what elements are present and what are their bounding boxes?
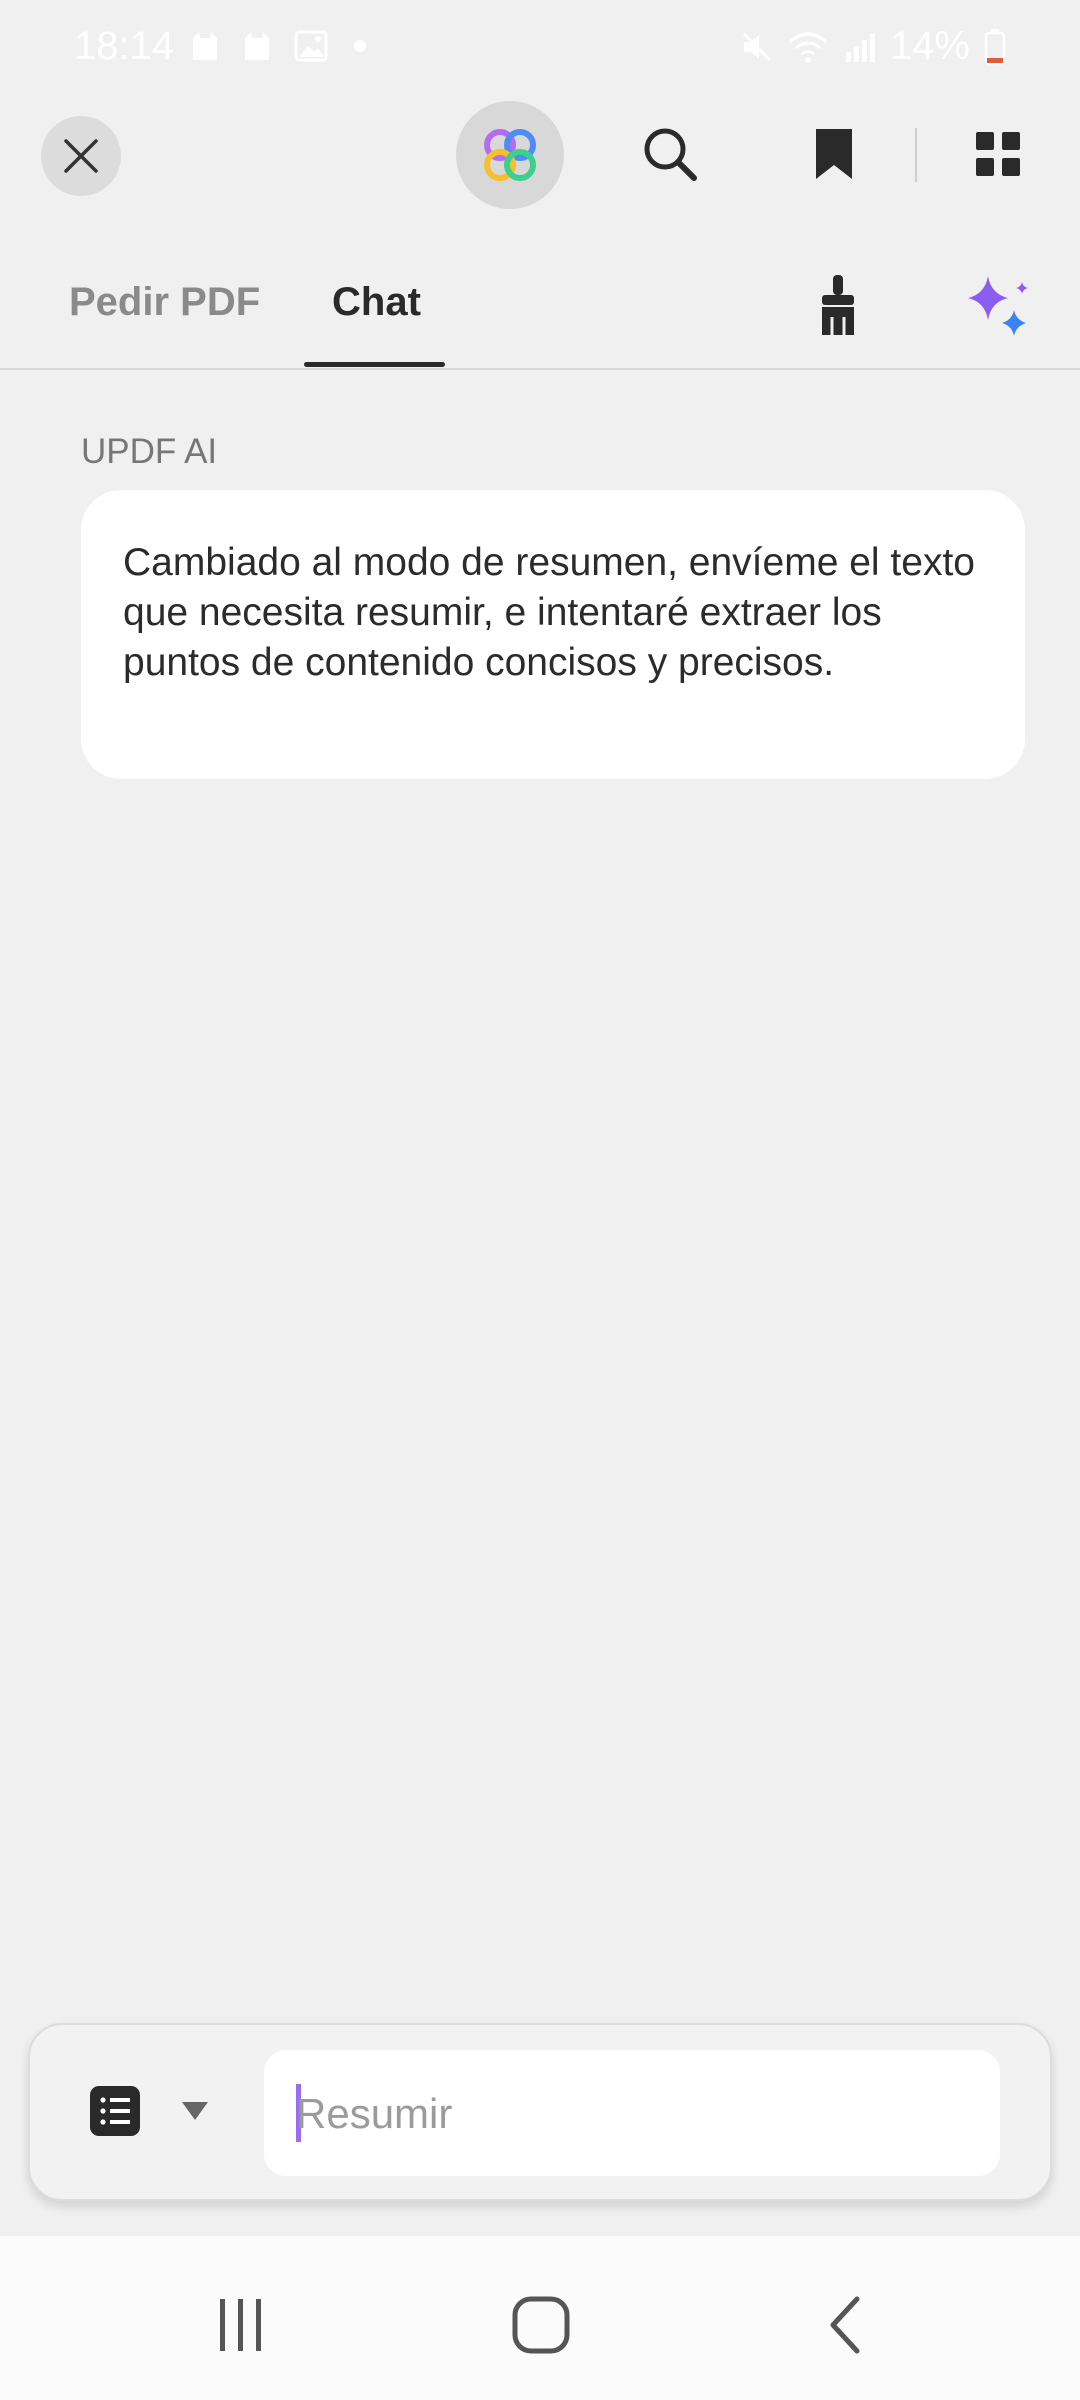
close-icon bbox=[64, 139, 98, 173]
ai-sparkle-button[interactable] bbox=[962, 270, 1036, 344]
battery-percent: 14% bbox=[889, 24, 970, 68]
home-button[interactable] bbox=[496, 2290, 586, 2360]
back-icon bbox=[830, 2296, 860, 2354]
home-icon bbox=[512, 2296, 570, 2354]
sparkle-icon bbox=[968, 276, 1028, 336]
chevron-down-icon[interactable] bbox=[182, 2102, 208, 2120]
battery-icon bbox=[984, 28, 1006, 65]
mute-icon bbox=[742, 32, 771, 61]
notification-icons bbox=[190, 30, 370, 62]
message-sender: UPDF AI bbox=[81, 432, 218, 471]
broom-icon bbox=[822, 275, 854, 335]
dot-icon bbox=[354, 40, 366, 52]
close-button[interactable] bbox=[41, 116, 121, 196]
search-button[interactable] bbox=[638, 122, 702, 186]
composer bbox=[28, 2023, 1052, 2201]
bookmark-icon bbox=[816, 129, 852, 179]
grid-icon bbox=[976, 132, 1020, 176]
updf-ai-logo-icon bbox=[484, 129, 536, 181]
search-icon bbox=[644, 128, 697, 181]
message-text: Cambiado al modo de resumen, envíeme el … bbox=[123, 541, 975, 684]
cat-notification-icon bbox=[245, 32, 269, 60]
status-bar: 18:14 14% bbox=[0, 0, 1080, 92]
message-bubble: Cambiado al modo de resumen, envíeme el … bbox=[81, 490, 1025, 779]
signal-icon bbox=[845, 33, 875, 62]
tab-bar: Pedir PDF Chat bbox=[0, 250, 1080, 370]
message-input[interactable] bbox=[294, 2050, 988, 2178]
message-input-wrapper bbox=[264, 2050, 1000, 2178]
recents-icon bbox=[220, 2299, 261, 2351]
grid-menu-button[interactable] bbox=[966, 122, 1030, 186]
gallery-icon bbox=[294, 30, 328, 62]
top-toolbar bbox=[0, 100, 1080, 210]
tab-chat[interactable]: Chat bbox=[332, 280, 421, 325]
list-icon[interactable] bbox=[88, 2084, 142, 2138]
updf-ai-button[interactable] bbox=[456, 101, 564, 209]
tab-pedir-pdf[interactable]: Pedir PDF bbox=[69, 280, 260, 325]
clear-chat-button[interactable] bbox=[808, 270, 868, 340]
wifi-icon bbox=[788, 32, 827, 63]
back-button[interactable] bbox=[800, 2290, 890, 2360]
system-status-icons: 14% bbox=[740, 24, 1006, 69]
active-tab-indicator bbox=[304, 362, 445, 367]
system-nav-bar bbox=[0, 2236, 1080, 2400]
toolbar-divider bbox=[915, 128, 917, 182]
bookmark-button[interactable] bbox=[802, 122, 866, 186]
cat-notification-icon bbox=[193, 32, 217, 60]
recents-button[interactable] bbox=[196, 2290, 286, 2360]
status-time: 18:14 bbox=[74, 24, 175, 68]
